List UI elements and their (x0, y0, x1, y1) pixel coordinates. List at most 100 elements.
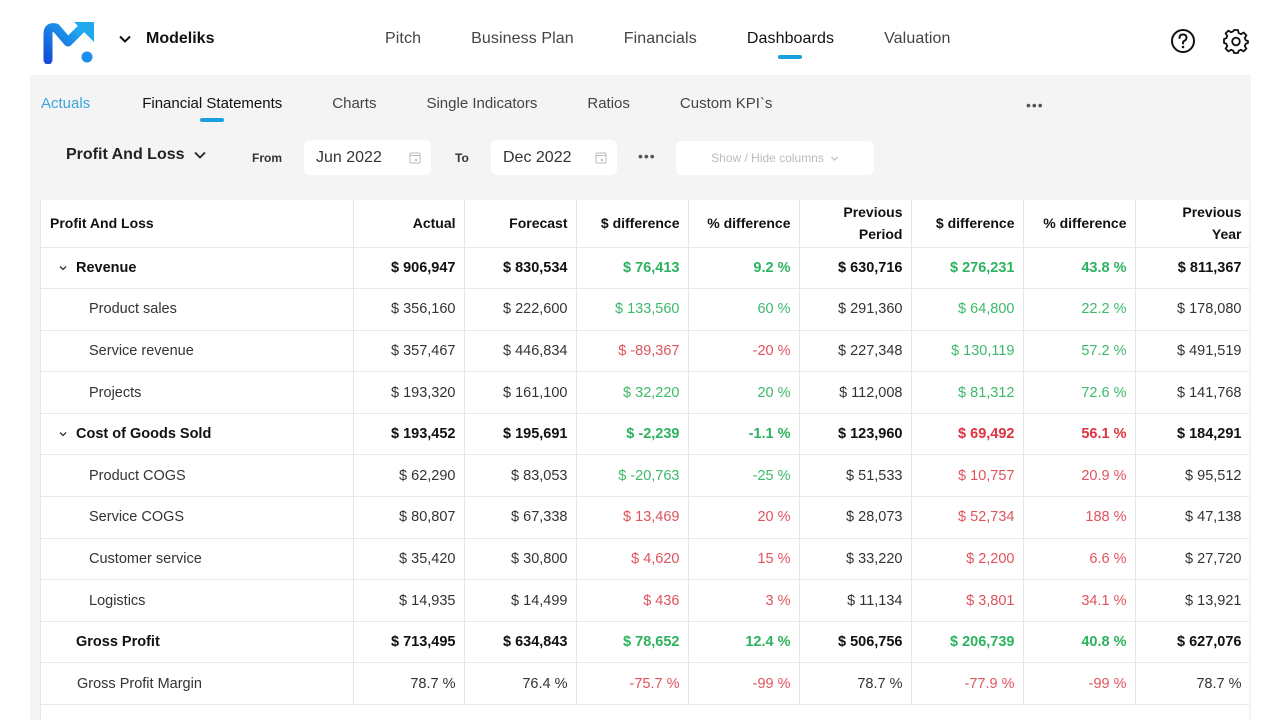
tab-actuals[interactable]: Actuals (41, 95, 90, 112)
nav-dashboards[interactable]: Dashboards (747, 30, 834, 48)
cell-previous-period: $ 506,756 (799, 621, 912, 664)
cell-actual: $ 906,947 (353, 247, 465, 290)
row-label-cell: Logistics (41, 579, 354, 622)
show-hide-columns-button[interactable]: Show / Hide columns (676, 141, 874, 175)
table-row[interactable]: Cost of Goods Sold $ 193,452 $ 195,691 $ -2… (41, 413, 1249, 456)
tab-custom-kpis[interactable]: Custom KPI`s (680, 95, 773, 112)
to-label: To (455, 151, 469, 165)
cell-actual: $ 193,320 (353, 371, 465, 414)
organization-switcher[interactable]: Modeliks (118, 30, 214, 48)
cell-percent-difference: -25 % (688, 454, 800, 498)
cell-dollar-difference-pp: $ 3,801 (911, 579, 1024, 622)
cell-actual: $ 193,452 (353, 413, 465, 456)
cell-previous-year: $ 141,768 (1135, 371, 1249, 414)
previous-period-line1: Previous (843, 204, 903, 221)
gear-icon[interactable] (1223, 28, 1249, 54)
modeliks-logo-icon[interactable] (42, 18, 96, 64)
table-row[interactable]: Customer service $ 35,420 $ 30,800 $ 4,620 1… (41, 538, 1249, 581)
column-header-name[interactable]: Profit And Loss (41, 200, 354, 248)
cell-forecast: $ 830,534 (464, 247, 577, 290)
row-label-cell[interactable]: Cost of Goods Sold (41, 413, 354, 456)
organization-name: Modeliks (146, 30, 215, 47)
column-header-percent-difference-pp[interactable]: % difference (1023, 200, 1136, 248)
from-label: From (252, 151, 282, 165)
cell-previous-year: $ 95,512 (1135, 454, 1249, 498)
statement-selector[interactable]: Profit And Loss (66, 146, 207, 164)
row-label-cell: Product sales (41, 288, 354, 331)
tab-financial-statements[interactable]: Financial Statements (142, 95, 282, 112)
cell-percent-difference-pp: 20.9 % (1023, 454, 1136, 498)
to-date-picker[interactable]: Dec 2022 (491, 140, 617, 175)
cell-previous-year: $ 184,291 (1135, 413, 1249, 456)
table-row[interactable]: Gross Profit $ 713,495 $ 634,843 $ 78,652 12… (41, 621, 1249, 664)
cell-dollar-difference-pp: $ 206,739 (911, 621, 1024, 664)
table-row[interactable]: Projects $ 193,320 $ 161,100 $ 32,220 20 % $ … (41, 371, 1249, 414)
chevron-down-icon (119, 35, 131, 43)
nav-business-plan[interactable]: Business Plan (471, 30, 574, 48)
cell-dollar-difference: $ 32,220 (576, 371, 689, 414)
nav-financials[interactable]: Financials (624, 30, 697, 48)
cell-actual: 78.7 % (353, 662, 465, 706)
table-row[interactable]: Revenue $ 906,947 $ 830,534 $ 76,413 9.2 % $ … (41, 247, 1249, 290)
table-header-row: Profit And Loss Actual Forecast $ differ… (41, 200, 1249, 248)
table-row[interactable]: Logistics $ 14,935 $ 14,499 $ 436 3 % $ 11,13… (41, 579, 1249, 622)
column-header-previous-year[interactable]: Previous Year (1135, 200, 1249, 248)
row-label-cell: Projects (41, 371, 354, 414)
cell-percent-difference-pp: 40.8 % (1023, 621, 1136, 664)
nav-pitch[interactable]: Pitch (385, 30, 421, 48)
column-header-dollar-difference[interactable]: $ difference (576, 200, 689, 248)
column-header-forecast[interactable]: Forecast (464, 200, 577, 248)
cell-dollar-difference: $ 78,652 (576, 621, 689, 664)
cell-dollar-difference-pp: $ 52,734 (911, 496, 1024, 539)
from-date-picker[interactable]: Jun 2022 (304, 140, 431, 175)
expand-chevron-icon[interactable] (58, 429, 68, 439)
table-row[interactable]: Product sales $ 356,160 $ 222,600 $ 133,560… (41, 288, 1249, 331)
more-options-icon[interactable]: ••• (1026, 97, 1044, 113)
table-row[interactable]: Service COGS $ 80,807 $ 67,338 $ 13,469 20 %… (41, 496, 1249, 539)
cell-forecast: $ 67,338 (464, 496, 577, 539)
row-label: Service COGS (89, 509, 185, 526)
tab-charts[interactable]: Charts (332, 95, 376, 112)
cell-dollar-difference: $ 436 (576, 579, 689, 622)
cell-previous-year: $ 491,519 (1135, 330, 1249, 373)
table-row[interactable]: Gross Profit Margin 78.7 % 76.4 % -75.7 % -9… (41, 662, 1249, 706)
cell-dollar-difference: $ -89,367 (576, 330, 689, 373)
cell-dollar-difference-pp: $ 276,231 (911, 247, 1024, 290)
cell-percent-difference: -99 % (688, 662, 800, 706)
cell-previous-period: 78.7 % (799, 662, 912, 706)
show-hide-columns-label: Show / Hide columns (711, 151, 824, 165)
cell-percent-difference-pp: -99 % (1023, 662, 1136, 706)
help-icon[interactable] (1170, 28, 1196, 54)
cell-percent-difference-pp: 34.1 % (1023, 579, 1136, 622)
cell-forecast: $ 161,100 (464, 371, 577, 414)
table-row[interactable]: Product COGS $ 62,290 $ 83,053 $ -20,763 -25… (41, 454, 1249, 498)
row-label-cell[interactable]: Revenue (41, 247, 354, 290)
column-header-dollar-difference-pp[interactable]: $ difference (911, 200, 1024, 248)
column-header-percent-difference[interactable]: % difference (688, 200, 800, 248)
expand-chevron-icon[interactable] (58, 263, 68, 273)
column-header-actual[interactable]: Actual (353, 200, 465, 248)
to-date-value: Dec 2022 (503, 148, 572, 166)
table-row[interactable]: Service revenue $ 357,467 $ 446,834 $ -89,3… (41, 330, 1249, 373)
cell-dollar-difference: -75.7 % (576, 662, 689, 706)
tab-ratios[interactable]: Ratios (587, 95, 630, 112)
cell-percent-difference: 20 % (688, 496, 800, 539)
row-label: Gross Profit (76, 634, 160, 651)
filter-bar: Profit And Loss From Jun 2022 To Dec 202… (0, 140, 1280, 176)
tab-single-indicators[interactable]: Single Indicators (426, 95, 537, 112)
row-label-cell: Service COGS (41, 496, 354, 539)
cell-previous-year: $ 47,138 (1135, 496, 1249, 539)
main-navigation: Pitch Business Plan Financials Dashboard… (385, 30, 1001, 48)
cell-previous-year: 78.7 % (1135, 662, 1249, 706)
cell-previous-period: $ 112,008 (799, 371, 912, 414)
chevron-down-icon (830, 156, 838, 161)
filter-more-icon[interactable]: ••• (638, 148, 656, 164)
cell-previous-period: $ 630,716 (799, 247, 912, 290)
cell-percent-difference-pp: 72.6 % (1023, 371, 1136, 414)
cell-percent-difference-pp: 56.1 % (1023, 413, 1136, 456)
cell-percent-difference-pp: 6.6 % (1023, 538, 1136, 581)
column-header-previous-period[interactable]: Previous Period (799, 200, 912, 248)
nav-valuation[interactable]: Valuation (884, 30, 950, 48)
cell-dollar-difference-pp: $ 130,119 (911, 330, 1024, 373)
cell-percent-difference: 60 % (688, 288, 800, 331)
